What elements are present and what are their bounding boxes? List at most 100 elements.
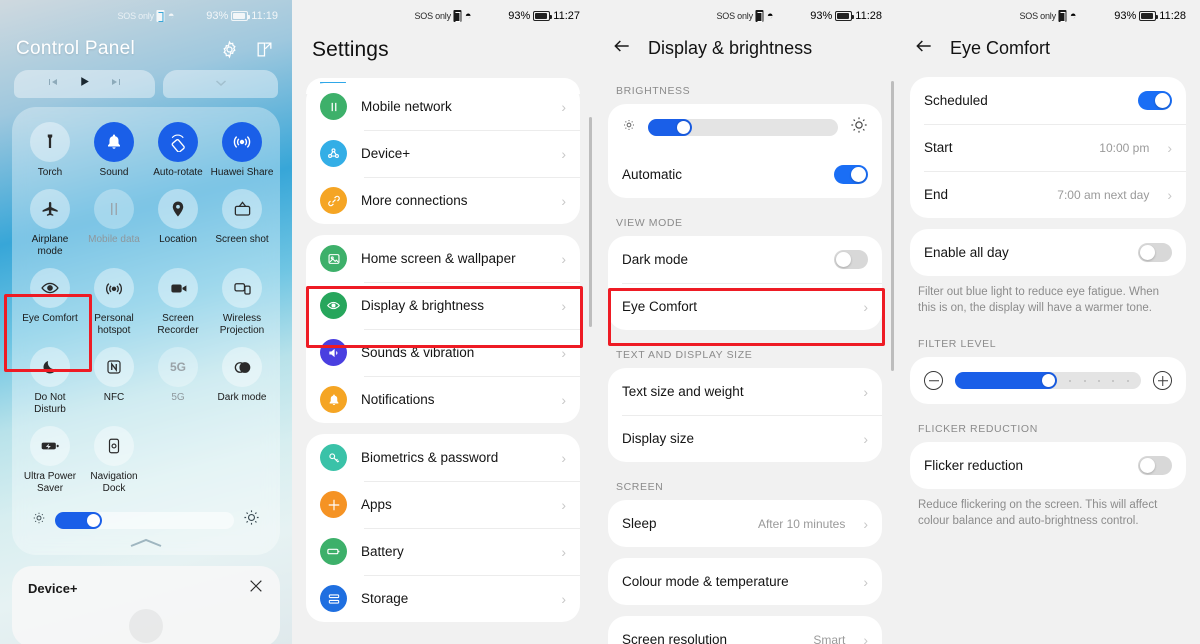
expand-handle[interactable] (18, 535, 274, 549)
tile-airplane-mode[interactable]: Airplane mode (18, 187, 82, 262)
screen-card-resolution: Screen resolution Smart › (608, 616, 882, 644)
chevron-right-icon: › (561, 496, 566, 513)
filter-level-slider[interactable] (955, 372, 1141, 389)
settings-item-device-plus[interactable]: Device+ › (306, 130, 580, 177)
control-panel-actions (220, 40, 274, 59)
row-eye-comfort[interactable]: Eye Comfort › (608, 283, 882, 330)
page-title: Control Panel (16, 38, 136, 59)
row-label: End (924, 187, 949, 202)
display-scroll-area[interactable]: BRIGHTNESS Automatic VIEW MODE Dark mode… (594, 77, 896, 644)
settings-item-apps[interactable]: Apps › (306, 481, 580, 528)
row-text-size-and-weight[interactable]: Text size and weight › (608, 368, 882, 415)
media-player-card[interactable] (14, 70, 156, 98)
tile-huawei-share[interactable]: Huawei Share (210, 120, 274, 183)
status-bar-right: 93% 11:27 (508, 10, 580, 22)
brightness-slider-knob[interactable] (676, 121, 690, 134)
section-header-screen: SCREEN (616, 481, 664, 493)
tile-dark-mode[interactable]: Dark mode (210, 345, 274, 420)
row-enable-all-day[interactable]: Enable all day (910, 229, 1186, 276)
next-track-icon[interactable] (109, 75, 123, 93)
chevron-down-icon[interactable] (215, 75, 227, 93)
tile-sound[interactable]: Sound (82, 120, 146, 183)
chevron-right-icon: › (863, 383, 868, 400)
back-arrow-icon[interactable] (612, 36, 632, 61)
row-label: Eye Comfort (622, 299, 698, 314)
row-sleep[interactable]: Sleep After 10 minutes › (608, 500, 882, 547)
eye-comfort-scroll-area[interactable]: Scheduled Start 10:00 pm › End 7:00 am n… (896, 77, 1200, 543)
row-start[interactable]: Start 10:00 pm › (910, 124, 1186, 171)
brightness-slider[interactable] (648, 119, 838, 136)
row-end[interactable]: End 7:00 am next day › (910, 171, 1186, 218)
minus-circle-icon[interactable] (924, 371, 943, 390)
contrast-icon (222, 347, 262, 387)
brightness-slider[interactable] (55, 511, 234, 529)
row-label: Flicker reduction (924, 458, 1024, 473)
back-arrow-icon[interactable] (914, 36, 934, 61)
enable-all-day-toggle[interactable] (1138, 243, 1172, 262)
plus-circle-icon[interactable] (1153, 371, 1172, 390)
settings-item-more-connections[interactable]: More connections › (306, 177, 580, 224)
settings-item-display-brightness[interactable]: Display & brightness › (306, 282, 580, 329)
tile-mobile-data[interactable]: Mobile data (82, 187, 146, 262)
clock: 11:19 (251, 10, 278, 22)
section-header-view-mode: VIEW MODE (616, 217, 683, 229)
tile-eye-comfort[interactable]: Eye Comfort (18, 266, 82, 341)
scrollbar[interactable] (589, 117, 592, 327)
play-icon[interactable] (78, 75, 91, 93)
battery-percent: 93% (508, 10, 531, 22)
tile-auto-rotate[interactable]: Auto-rotate (146, 120, 210, 183)
row-dark-mode[interactable]: Dark mode (608, 236, 882, 283)
scrollbar[interactable] (891, 81, 894, 371)
tile-do-not-disturb[interactable]: Do Not Disturb (18, 345, 82, 420)
tile-navigation-dock[interactable]: Navigation Dock (82, 424, 146, 499)
close-icon[interactable] (248, 578, 264, 599)
row-scheduled[interactable]: Scheduled (910, 77, 1186, 124)
chevron-right-icon: › (863, 430, 868, 447)
quick-settings-grid: Torch Sound Auto-rotate Huawei Share Air… (18, 120, 274, 499)
automatic-toggle[interactable] (834, 165, 868, 184)
media-output-card[interactable] (163, 70, 278, 98)
settings-item-home-screen-wallpaper[interactable]: Home screen & wallpaper › (306, 235, 580, 282)
scheduled-toggle[interactable] (1138, 91, 1172, 110)
dark-mode-toggle[interactable] (834, 250, 868, 269)
tile-ultra-power-saver[interactable]: Ultra Power Saver (18, 424, 82, 499)
settings-scroll-area[interactable]: Mobile network › Device+ › More connecti… (292, 83, 594, 622)
row-display-size[interactable]: Display size › (608, 415, 882, 462)
row-colour-mode-temperature[interactable]: Colour mode & temperature › (608, 558, 882, 605)
row-automatic[interactable]: Automatic (608, 151, 882, 198)
tile-screenshot[interactable]: Screen shot (210, 187, 274, 262)
settings-item-sounds-vibration[interactable]: Sounds & vibration › (306, 329, 580, 376)
edit-icon[interactable] (255, 40, 274, 59)
previous-track-icon[interactable] (46, 75, 60, 93)
gear-icon[interactable] (220, 40, 239, 59)
bluetooth-icon (156, 10, 165, 22)
brightness-slider-knob[interactable] (86, 513, 100, 527)
settings-item-label: Biometrics & password (361, 450, 499, 465)
tile-5g[interactable]: 5G 5G (146, 345, 210, 420)
tile-label: Eye Comfort (22, 313, 78, 324)
tile-screen-recorder[interactable]: Screen Recorder (146, 266, 210, 341)
row-flicker-reduction[interactable]: Flicker reduction (910, 442, 1186, 489)
location-pin-icon (158, 189, 198, 229)
tile-nfc[interactable]: NFC (82, 345, 146, 420)
settings-item-label: More connections (361, 193, 468, 208)
tile-torch[interactable]: Torch (18, 120, 82, 183)
tile-personal-hotspot[interactable]: Personal hotspot (82, 266, 146, 341)
panel-control-panel: SOS only ◓ 93% 11:19 Control Panel Torch… (0, 0, 292, 644)
settings-item-notifications[interactable]: Notifications › (306, 376, 580, 423)
settings-item-mobile-network[interactable]: Mobile network › (306, 83, 580, 130)
settings-item-battery[interactable]: Battery › (306, 528, 580, 575)
tile-location[interactable]: Location (146, 187, 210, 262)
settings-item-storage[interactable]: Storage › (306, 575, 580, 622)
tile-wireless-projection[interactable]: Wireless Projection (210, 266, 274, 341)
status-bar-eye-comfort: SOS only ◓ 93% 11:28 (896, 0, 1200, 32)
settings-item-biometrics-password[interactable]: Biometrics & password › (306, 434, 580, 481)
flicker-reduction-toggle[interactable] (1138, 456, 1172, 475)
row-label: Dark mode (622, 252, 689, 267)
row-screen-resolution[interactable]: Screen resolution Smart › (608, 616, 882, 644)
apps-grid-icon (320, 491, 347, 518)
brightness-low-icon (622, 118, 636, 137)
wifi-icon: ◓ (464, 10, 472, 22)
tile-label-text: Screen shot (215, 234, 269, 245)
filter-level-ticks (1063, 379, 1135, 382)
